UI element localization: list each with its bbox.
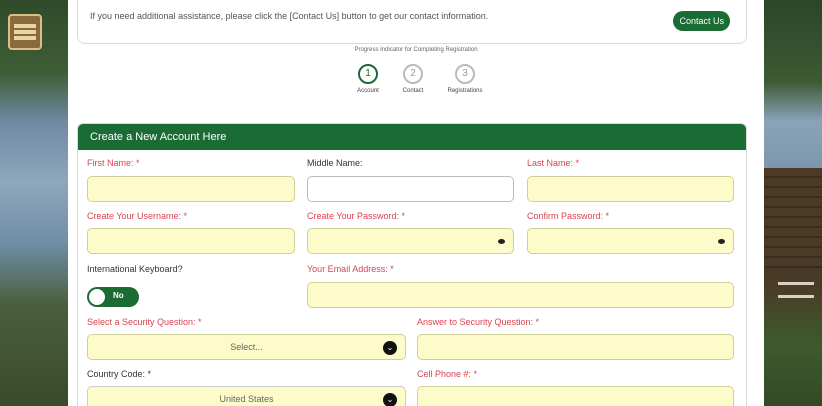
last-name-label: Last Name: * — [527, 158, 580, 168]
background-left — [0, 0, 68, 406]
last-name-input[interactable] — [527, 176, 734, 202]
cabin-image — [764, 168, 822, 268]
bench-image — [778, 282, 814, 298]
chevron-down-icon: ⌄ — [383, 393, 397, 406]
password-label: Create Your Password: * — [307, 211, 406, 221]
middle-name-input[interactable] — [307, 176, 514, 202]
country-code-label: Country Code: * — [87, 369, 152, 379]
confirm-password-input[interactable] — [527, 228, 734, 254]
step-registrations: 3 Registrations — [440, 64, 490, 94]
chevron-down-icon: ⌄ — [383, 341, 397, 355]
main-panel: If you need additional assistance, pleas… — [68, 0, 764, 406]
step-number: 1 — [358, 64, 378, 84]
password-input[interactable] — [307, 228, 514, 254]
show-password-eye-icon[interactable] — [498, 239, 505, 244]
username-label: Create Your Username: * — [87, 211, 188, 221]
step-label: Account — [357, 88, 379, 94]
email-label: Your Email Address: * — [307, 264, 394, 274]
middle-name-label: Middle Name: — [307, 158, 363, 168]
email-input[interactable] — [307, 282, 734, 308]
toggle-label: No — [113, 291, 124, 300]
cell-phone-label: Cell Phone #: * — [417, 369, 478, 379]
security-question-select[interactable]: Select... ⌄ — [87, 334, 406, 360]
security-question-value: Select... — [230, 342, 263, 352]
contact-us-button[interactable]: Contact Us — [673, 11, 730, 31]
background-right — [764, 0, 822, 406]
cell-phone-input[interactable] — [417, 386, 734, 406]
security-answer-input[interactable] — [417, 334, 734, 360]
step-label: Registrations — [447, 88, 483, 94]
toggle-knob — [89, 289, 105, 305]
username-input[interactable] — [87, 228, 295, 254]
form-header: Create a New Account Here — [78, 124, 746, 150]
step-account: 1 Account — [343, 64, 393, 94]
country-code-select[interactable]: United States ⌄ — [87, 386, 406, 406]
assistance-info-box: If you need additional assistance, pleas… — [77, 0, 747, 44]
security-question-label: Select a Security Question: * — [87, 317, 202, 327]
step-number: 2 — [403, 64, 423, 84]
progress-indicator: 1 Account 2 Contact 3 Registrations — [343, 64, 483, 98]
progress-title: Progress Indicator for Completing Regist… — [354, 47, 478, 53]
first-name-label: First Name: * — [87, 158, 140, 168]
security-answer-label: Answer to Security Question: * — [417, 317, 540, 327]
intl-keyboard-label: International Keyboard? — [87, 264, 183, 274]
intl-keyboard-toggle[interactable]: No — [87, 287, 139, 307]
show-confirm-password-eye-icon[interactable] — [718, 239, 725, 244]
assistance-text: If you need additional assistance, pleas… — [90, 11, 489, 21]
confirm-password-label: Confirm Password: * — [527, 211, 610, 221]
country-code-value: United States — [219, 394, 274, 404]
first-name-input[interactable] — [87, 176, 295, 202]
step-label: Contact — [402, 88, 424, 94]
step-contact: 2 Contact — [388, 64, 438, 94]
step-number: 3 — [455, 64, 475, 84]
site-logo[interactable] — [8, 14, 42, 50]
